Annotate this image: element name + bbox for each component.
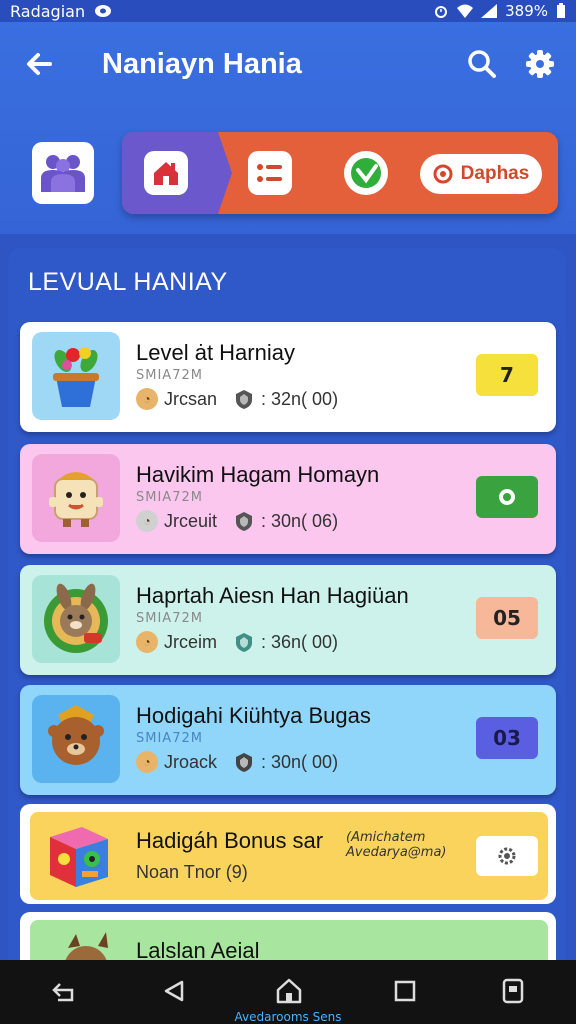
level-meta-value: : 36n( 00) bbox=[261, 631, 339, 652]
level-meta-value: : 32n( 00) bbox=[261, 388, 339, 409]
bonus-note: (Amichatem Avedarya@ma) bbox=[346, 830, 447, 860]
app-bar: Naniayn Hania Daphas bbox=[0, 22, 576, 234]
gift-box-icon bbox=[50, 827, 108, 887]
group-button[interactable] bbox=[32, 142, 94, 204]
battery-label: 389% bbox=[505, 2, 548, 20]
level-meta: ◔ Jrcsan : 32n( 00) bbox=[136, 388, 338, 410]
signal-icon bbox=[481, 4, 498, 18]
level-thumbnail bbox=[32, 332, 120, 420]
level-meta: ◔ Jroack : 30n( 00) bbox=[136, 751, 338, 773]
level-meta: ◔ Jrceuit : 30n( 06) bbox=[136, 510, 338, 532]
shield-icon bbox=[236, 753, 253, 772]
level-badge[interactable] bbox=[476, 476, 538, 518]
level-title: Havikim Hagam Homayn bbox=[136, 462, 380, 487]
status-bar: Radagian 389% bbox=[0, 0, 576, 22]
face-icon: ◔ bbox=[136, 631, 158, 653]
recents-icon[interactable] bbox=[390, 976, 420, 1006]
gear-icon bbox=[498, 847, 516, 865]
level-thumbnail bbox=[32, 575, 120, 663]
page-title: Naniayn Hania bbox=[102, 48, 302, 80]
section-title: LEVUAL HANIAY bbox=[28, 268, 228, 296]
level-title: Haprtah Aiesn Han Hagiüan bbox=[136, 583, 409, 608]
level-thumbnail bbox=[32, 454, 120, 542]
bonus-settings-button[interactable] bbox=[476, 836, 538, 876]
battery-icon bbox=[557, 3, 565, 18]
face-icon: ◔ bbox=[136, 751, 158, 773]
level-meta-name: Jrceim bbox=[164, 631, 217, 652]
tab-daphas[interactable]: Daphas bbox=[420, 154, 542, 194]
home-nav-icon[interactable] bbox=[274, 976, 304, 1006]
level-card[interactable]: Havikim Hagam Homayn SMIA72M ◔ Jrceuit :… bbox=[20, 444, 556, 554]
level-title: Level ȧt Harniay bbox=[136, 340, 295, 365]
nav-caption: Avedarooms Sens bbox=[234, 1010, 342, 1024]
face-icon: ◔ bbox=[136, 388, 158, 410]
face-icon: ◔ bbox=[136, 510, 158, 532]
shield-icon bbox=[236, 633, 252, 652]
shield-icon bbox=[236, 512, 253, 531]
check-circle-icon bbox=[351, 158, 381, 188]
tab-strip: Daphas bbox=[122, 132, 558, 214]
level-subtitle: SMIA72M bbox=[136, 490, 203, 505]
house-icon bbox=[154, 162, 178, 185]
bear-character-icon bbox=[48, 705, 104, 765]
bonus-thumbnail bbox=[36, 814, 122, 898]
level-card[interactable]: Haprtah Aiesn Han Hagiüan SMIA72M ◔ Jrce… bbox=[20, 565, 556, 675]
level-badge[interactable]: 7 bbox=[476, 354, 538, 396]
level-card[interactable]: Hodigahi Kiühtya Bugas SMIA72M ◔ Jroack … bbox=[20, 685, 556, 795]
level-badge[interactable]: 03 bbox=[476, 717, 538, 759]
level-thumbnail bbox=[32, 695, 120, 783]
bonus-title: Hadigáh Bonus sar bbox=[136, 828, 324, 853]
carrier-label: Radagian bbox=[10, 1, 86, 21]
cube-character-icon bbox=[49, 472, 103, 527]
level-subtitle: SMIA72M bbox=[136, 368, 203, 383]
gear-icon bbox=[526, 50, 554, 78]
people-icon bbox=[41, 155, 85, 192]
level-meta-value: : 30n( 06) bbox=[261, 510, 339, 531]
arrow-left-icon bbox=[27, 53, 52, 75]
level-meta: ◔ Jrceim : 36n( 00) bbox=[136, 631, 338, 653]
level-subtitle: SMIA72M bbox=[136, 611, 203, 626]
search-icon bbox=[468, 50, 496, 78]
cloud-icon bbox=[95, 5, 112, 17]
shield-icon bbox=[236, 390, 253, 409]
level-meta-name: Jroack bbox=[164, 751, 218, 772]
back-button[interactable] bbox=[20, 44, 60, 84]
wifi-icon bbox=[457, 4, 474, 18]
alarm-icon bbox=[435, 6, 448, 18]
level-meta-name: Jrceuit bbox=[164, 510, 218, 531]
triangle-back-icon[interactable] bbox=[160, 976, 190, 1006]
screenshot-icon[interactable] bbox=[498, 976, 528, 1006]
tab-check[interactable] bbox=[344, 151, 388, 195]
tab-list[interactable] bbox=[248, 151, 292, 195]
list-icon bbox=[257, 164, 282, 182]
level-meta-value: : 30n( 00) bbox=[261, 751, 339, 772]
flower-pot-icon bbox=[53, 347, 99, 407]
level-subtitle: SMIA72M bbox=[136, 731, 203, 746]
bonus-subtitle: Noan Tnor (9) bbox=[136, 862, 248, 882]
level-meta-name: Jrcsan bbox=[164, 388, 218, 409]
tab-home[interactable] bbox=[144, 151, 188, 195]
settings-button[interactable] bbox=[520, 44, 560, 84]
level-badge[interactable]: 05 bbox=[476, 597, 538, 639]
bunny-wreath-icon bbox=[44, 583, 108, 653]
level-card[interactable]: Level ȧt Harniay SMIA72M ◔ Jrcsan : 32n(… bbox=[20, 322, 556, 432]
level-title: Hodigahi Kiühtya Bugas bbox=[136, 703, 371, 728]
back-nav-icon[interactable] bbox=[50, 976, 80, 1006]
search-button[interactable] bbox=[462, 44, 502, 84]
target-icon bbox=[433, 164, 453, 184]
tab-daphas-label: Daphas bbox=[460, 163, 530, 184]
flower-icon bbox=[499, 489, 515, 505]
bonus-card[interactable]: Hadigáh Bonus sar (Amichatem Avedarya@ma… bbox=[30, 812, 548, 900]
